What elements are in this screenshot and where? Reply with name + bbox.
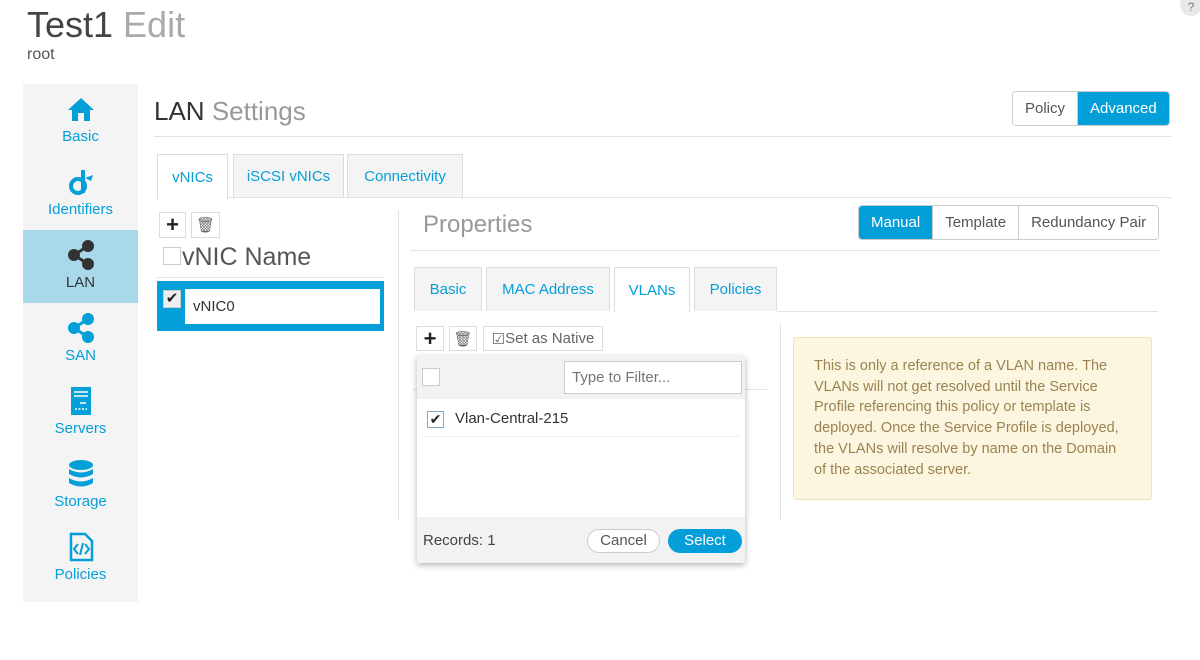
- sidebar: Basic Identifiers LAN SAN Servers Storag…: [23, 84, 138, 602]
- popup-header: [417, 356, 745, 399]
- code-file-icon: [69, 532, 93, 562]
- vlan-select-popup: ✔ Vlan-Central-215 Records: 1 Cancel Sel…: [417, 356, 745, 563]
- vlan-filter-input[interactable]: [564, 361, 742, 394]
- properties-mode-toggle: Manual Template Redundancy Pair: [858, 205, 1160, 240]
- cancel-button[interactable]: Cancel: [587, 529, 660, 553]
- home-icon: [67, 98, 94, 121]
- plus-icon: +: [166, 212, 179, 237]
- select-all-vnics-checkbox[interactable]: [163, 247, 181, 265]
- tab-iscsi-vnics[interactable]: iSCSI vNICs: [233, 154, 344, 197]
- page-mode: Edit: [123, 4, 186, 45]
- sidebar-label: Identifiers: [47, 201, 114, 218]
- identifiers-icon: [68, 170, 93, 195]
- vnic-row-checkbox[interactable]: ✔: [163, 290, 181, 308]
- share-icon: [67, 240, 94, 270]
- section-title: LAN Settings: [154, 96, 306, 127]
- sidebar-item-basic[interactable]: Basic: [23, 84, 138, 157]
- vnic-name-header: vNIC Name: [182, 243, 312, 271]
- sidebar-item-lan[interactable]: LAN: [23, 230, 138, 303]
- divider: [228, 197, 1172, 198]
- vlan-row[interactable]: ✔ Vlan-Central-215: [422, 399, 740, 437]
- divider: [780, 324, 781, 520]
- vlan-name: Vlan-Central-215: [455, 410, 569, 427]
- org-label: root: [27, 46, 55, 63]
- sidebar-label: Basic: [62, 128, 99, 145]
- add-vnic-button[interactable]: +: [159, 212, 186, 238]
- sidebar-item-san[interactable]: SAN: [23, 303, 138, 376]
- manual-button[interactable]: Manual: [859, 206, 933, 239]
- page-title: Test1 Edit: [27, 4, 185, 46]
- sidebar-label: LAN: [65, 274, 96, 291]
- sidebar-label: Servers: [54, 420, 107, 437]
- template-button[interactable]: Template: [932, 206, 1019, 239]
- vlan-row-checkbox[interactable]: ✔: [427, 411, 444, 428]
- redundancy-pair-button[interactable]: Redundancy Pair: [1018, 206, 1159, 239]
- sidebar-label: SAN: [65, 347, 96, 364]
- add-vlan-button[interactable]: +: [416, 326, 444, 351]
- plus-icon: +: [423, 325, 437, 351]
- select-button[interactable]: Select: [668, 529, 742, 553]
- sidebar-label: Policies: [54, 566, 107, 583]
- vnic-row[interactable]: ✔ vNIC0: [157, 281, 384, 331]
- section-title-main: LAN: [154, 96, 205, 126]
- sidebar-item-servers[interactable]: Servers: [23, 376, 138, 449]
- database-icon: [68, 460, 93, 487]
- popup-footer: Records: 1 Cancel Select: [417, 517, 745, 563]
- divider: [157, 277, 384, 278]
- profile-name: Test1: [27, 4, 114, 45]
- divider: [777, 311, 1158, 312]
- server-icon: [70, 387, 91, 415]
- sidebar-item-storage[interactable]: Storage: [23, 449, 138, 522]
- sidebar-item-identifiers[interactable]: Identifiers: [23, 157, 138, 230]
- policy-button[interactable]: Policy: [1013, 92, 1078, 125]
- tab-policies[interactable]: Policies: [694, 267, 777, 311]
- help-icon[interactable]: ?: [1180, 0, 1200, 16]
- divider: [398, 210, 399, 520]
- vlan-info-note: This is only a reference of a VLAN name.…: [793, 337, 1152, 500]
- policy-mode-toggle: Policy Advanced: [1012, 91, 1170, 126]
- trash-icon: 🗑: [453, 330, 473, 348]
- delete-vnic-button[interactable]: 🗑: [191, 212, 220, 238]
- tab-vnics[interactable]: vNICs: [157, 154, 228, 199]
- records-count: Records: 1: [423, 532, 496, 549]
- divider: [410, 250, 1160, 251]
- set-as-native-label: Set as Native: [505, 330, 595, 347]
- select-all-vlans-checkbox[interactable]: [422, 368, 440, 386]
- divider: [154, 136, 1172, 137]
- tab-basic[interactable]: Basic: [414, 267, 482, 311]
- delete-vlan-button[interactable]: 🗑: [449, 326, 477, 351]
- sidebar-item-policies[interactable]: Policies: [23, 522, 138, 595]
- section-title-sub: Settings: [211, 96, 306, 126]
- share-icon: [67, 313, 94, 343]
- tab-vlans[interactable]: VLANs: [614, 267, 690, 312]
- properties-title: Properties: [423, 211, 533, 238]
- set-as-native-button[interactable]: ☑ Set as Native: [483, 326, 603, 351]
- tab-mac-address[interactable]: MAC Address: [486, 267, 610, 311]
- trash-icon: 🗑: [195, 217, 216, 234]
- advanced-button[interactable]: Advanced: [1077, 92, 1169, 125]
- vnic-name-field[interactable]: vNIC0: [185, 289, 380, 324]
- tab-connectivity[interactable]: Connectivity: [347, 154, 463, 197]
- sidebar-label: Storage: [54, 493, 107, 510]
- checkbox-icon: ☑: [491, 330, 506, 348]
